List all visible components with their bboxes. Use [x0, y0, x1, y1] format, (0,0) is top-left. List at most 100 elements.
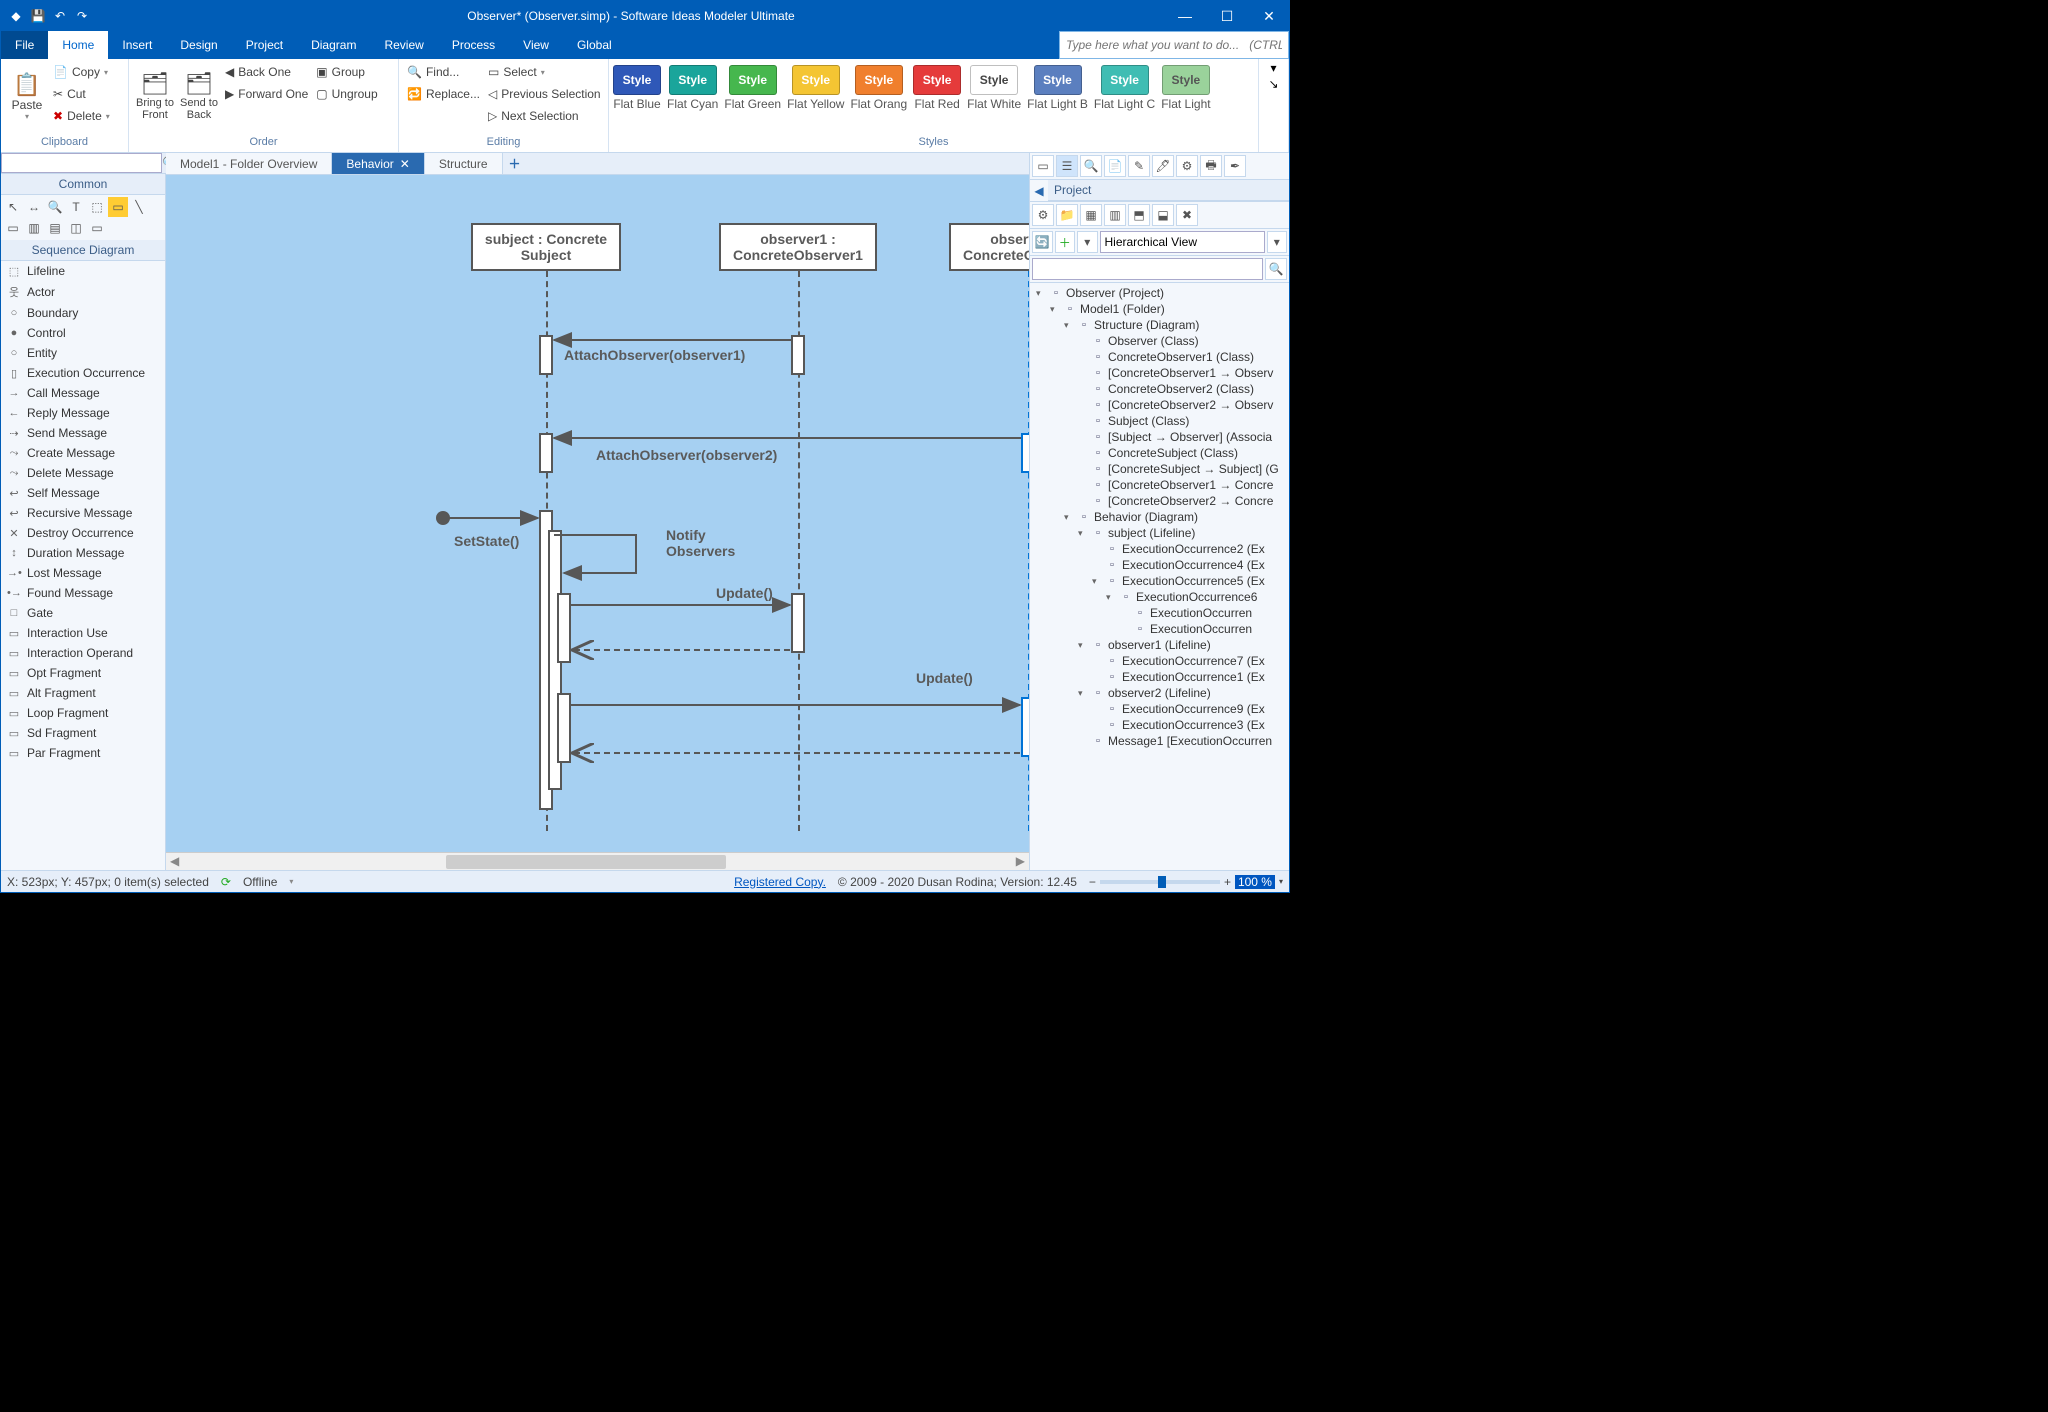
- back-one-button[interactable]: ◀Back One: [221, 61, 312, 83]
- tool-item[interactable]: ↕Duration Message: [1, 543, 165, 563]
- tree-node[interactable]: ▫ExecutionOccurren: [1032, 605, 1287, 621]
- diagram-canvas[interactable]: subject : Concrete Subject observer1 : C…: [166, 175, 1029, 852]
- tree-node[interactable]: ▫ConcreteObserver1 (Class): [1032, 349, 1287, 365]
- menu-design[interactable]: Design: [166, 31, 231, 59]
- menu-view[interactable]: View: [509, 31, 563, 59]
- tree-node[interactable]: ▫Subject (Class): [1032, 413, 1287, 429]
- tool-item[interactable]: ↩Recursive Message: [1, 503, 165, 523]
- send-back-button[interactable]: 🗂Send to Back: [177, 61, 221, 131]
- rp-tb-icon[interactable]: ▦: [1080, 204, 1102, 226]
- toolbox-group-header[interactable]: Sequence Diagram: [1, 240, 165, 261]
- ribbon-more-icon[interactable]: ▾: [1270, 61, 1276, 75]
- paste-button[interactable]: 📋Paste▾: [5, 61, 49, 131]
- connector-tool-icon[interactable]: ↔: [24, 197, 44, 217]
- tool-item[interactable]: →•Lost Message: [1, 563, 165, 583]
- tree-node[interactable]: ▫[ConcreteSubject → Subject] (G: [1032, 461, 1287, 477]
- tree-node[interactable]: ▾▫observer2 (Lifeline): [1032, 685, 1287, 701]
- rp-icon[interactable]: 🖶: [1200, 155, 1222, 177]
- menu-diagram[interactable]: Diagram: [297, 31, 370, 59]
- tree-node[interactable]: ▫[ConcreteObserver2 → Observ: [1032, 397, 1287, 413]
- style-swatch[interactable]: Style: [729, 65, 777, 95]
- rp-tb-icon[interactable]: 📁: [1056, 204, 1078, 226]
- tree-node[interactable]: ▫ExecutionOccurrence9 (Ex: [1032, 701, 1287, 717]
- cut-button[interactable]: ✂Cut: [49, 83, 114, 105]
- zoom-tool-icon[interactable]: 🔍: [45, 197, 65, 217]
- new-tab-button[interactable]: ＋: [503, 153, 527, 174]
- style-swatch[interactable]: Style: [613, 65, 661, 95]
- select-button[interactable]: ▭Select▾: [484, 61, 605, 83]
- close-button[interactable]: ✕: [1255, 8, 1283, 25]
- tool-item[interactable]: ●Control: [1, 323, 165, 343]
- doc-tab[interactable]: Behavior✕: [332, 153, 424, 174]
- menu-project[interactable]: Project: [232, 31, 297, 59]
- status-refresh-icon[interactable]: ⟳: [221, 875, 231, 889]
- tool-item[interactable]: ⤳Create Message: [1, 443, 165, 463]
- search-icon[interactable]: 🔍: [1265, 258, 1287, 280]
- tree-node[interactable]: ▫ExecutionOccurrence2 (Ex: [1032, 541, 1287, 557]
- doc-tab[interactable]: Structure: [425, 153, 503, 174]
- style-swatch[interactable]: Style: [1034, 65, 1082, 95]
- toolbox-search[interactable]: [1, 153, 162, 173]
- rp-icon[interactable]: ☰: [1056, 155, 1078, 177]
- menu-home[interactable]: Home: [48, 31, 108, 59]
- tool-item[interactable]: ✕Destroy Occurrence: [1, 523, 165, 543]
- ribbon-launcher-icon[interactable]: ↘: [1268, 77, 1278, 91]
- toolbox-common-header[interactable]: Common: [1, 174, 165, 195]
- tree-node[interactable]: ▫ExecutionOccurrence1 (Ex: [1032, 669, 1287, 685]
- rp-tb-icon[interactable]: ⬒: [1128, 204, 1150, 226]
- copy-button[interactable]: 📄Copy▾: [49, 61, 114, 83]
- group-button[interactable]: ▣Group: [312, 61, 381, 83]
- text-tool-icon[interactable]: T: [66, 197, 86, 217]
- ungroup-button[interactable]: ▢Ungroup: [312, 83, 381, 105]
- find-button[interactable]: 🔍Find...: [403, 61, 484, 83]
- tree-node[interactable]: ▫[ConcreteObserver2 → Concre: [1032, 493, 1287, 509]
- tree-node[interactable]: ▾▫Structure (Diagram): [1032, 317, 1287, 333]
- box1-tool-icon[interactable]: ▭: [3, 218, 23, 238]
- rp-dd-icon[interactable]: ▾: [1267, 231, 1288, 253]
- next-sel-button[interactable]: ▷Next Selection: [484, 105, 605, 127]
- rp-tb-icon[interactable]: ⬓: [1152, 204, 1174, 226]
- zoom-control[interactable]: −+ 100 %▾: [1089, 875, 1283, 889]
- tree-node[interactable]: ▾▫ExecutionOccurrence5 (Ex: [1032, 573, 1287, 589]
- box3-tool-icon[interactable]: ▤: [45, 218, 65, 238]
- tool-item[interactable]: →Call Message: [1, 383, 165, 403]
- tool-item[interactable]: ▭Par Fragment: [1, 743, 165, 763]
- rp-icon[interactable]: ⚙: [1176, 155, 1198, 177]
- rp-icon[interactable]: 📄: [1104, 155, 1126, 177]
- tree-node[interactable]: ▾▫Model1 (Folder): [1032, 301, 1287, 317]
- tree-node[interactable]: ▫ExecutionOccurrence7 (Ex: [1032, 653, 1287, 669]
- style-swatch[interactable]: Style: [792, 65, 840, 95]
- status-registered[interactable]: Registered Copy.: [734, 875, 826, 889]
- rp-icon[interactable]: 🖊: [1152, 155, 1174, 177]
- tool-item[interactable]: ▭Loop Fragment: [1, 703, 165, 723]
- tool-item[interactable]: ▯Execution Occurrence: [1, 363, 165, 383]
- project-search[interactable]: [1032, 258, 1263, 280]
- style-swatch[interactable]: Style: [913, 65, 961, 95]
- tool-item[interactable]: ←Reply Message: [1, 403, 165, 423]
- style-swatch[interactable]: Style: [669, 65, 717, 95]
- tool-item[interactable]: ▭Alt Fragment: [1, 683, 165, 703]
- tool-item[interactable]: ▭Opt Fragment: [1, 663, 165, 683]
- bring-front-button[interactable]: 🗂Bring to Front: [133, 61, 177, 131]
- rp-icon[interactable]: ▭: [1032, 155, 1054, 177]
- style-swatch[interactable]: Style: [1162, 65, 1210, 95]
- forward-one-button[interactable]: ▶Forward One: [221, 83, 312, 105]
- rp-icon[interactable]: 🔍: [1080, 155, 1102, 177]
- replace-button[interactable]: 🔁Replace...: [403, 83, 484, 105]
- note-tool-icon[interactable]: ▭: [108, 197, 128, 217]
- tree-node[interactable]: ▾▫Behavior (Diagram): [1032, 509, 1287, 525]
- tool-item[interactable]: •→Found Message: [1, 583, 165, 603]
- tool-item[interactable]: ○Boundary: [1, 303, 165, 323]
- rp-icon[interactable]: ✎: [1128, 155, 1150, 177]
- ribbon-search[interactable]: [1059, 31, 1289, 59]
- zoom-value[interactable]: 100 %: [1235, 875, 1275, 889]
- tree-node[interactable]: ▫ConcreteObserver2 (Class): [1032, 381, 1287, 397]
- tool-item[interactable]: ⤳Delete Message: [1, 463, 165, 483]
- tree-node[interactable]: ▫[ConcreteObserver1 → Observ: [1032, 365, 1287, 381]
- tool-item[interactable]: ⬚Lifeline: [1, 261, 165, 281]
- rp-tb-icon[interactable]: 🔄: [1032, 231, 1053, 253]
- box4-tool-icon[interactable]: ◫: [66, 218, 86, 238]
- canvas-scrollbar[interactable]: ◀▶: [166, 852, 1029, 870]
- rp-tb-icon[interactable]: ＋: [1055, 231, 1076, 253]
- line-tool-icon[interactable]: ╲: [129, 197, 149, 217]
